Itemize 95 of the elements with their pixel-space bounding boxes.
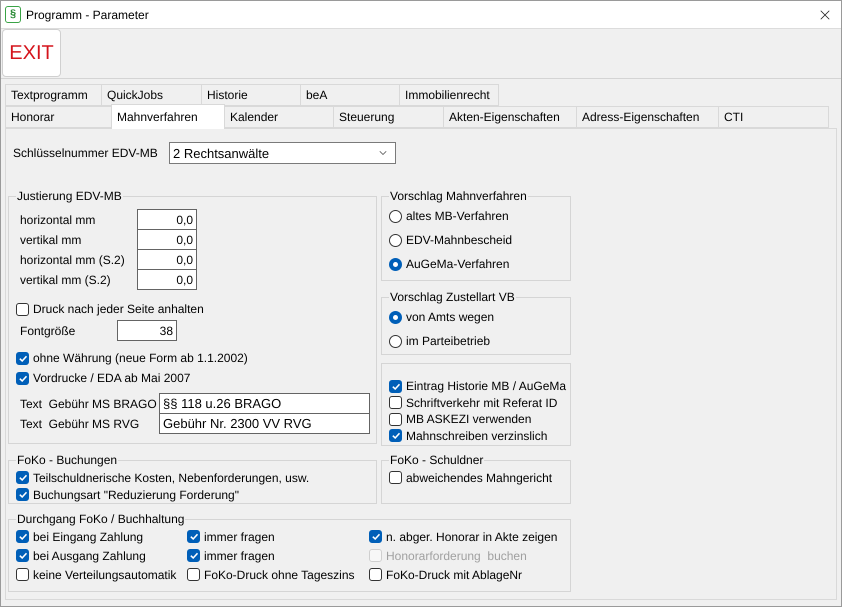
number-field[interactable]: 0,0 bbox=[137, 249, 197, 270]
field-label: Text Gebühr MS BRAGO bbox=[19, 396, 158, 410]
text-field[interactable]: Gebühr Nr. 2300 VV RVG bbox=[159, 413, 370, 434]
checkmark-icon bbox=[392, 382, 400, 390]
field-label: vertikal mm (S.2) bbox=[19, 272, 112, 286]
checkbox[interactable] bbox=[389, 380, 402, 393]
checkmark-icon bbox=[190, 533, 198, 540]
checkbox[interactable] bbox=[16, 549, 29, 562]
tab[interactable]: Textprogramm bbox=[5, 84, 102, 106]
number-field[interactable]: 0,0 bbox=[137, 209, 197, 230]
checkmark-icon bbox=[18, 354, 26, 362]
dropdown[interactable]: 2 Rechtsanwälte bbox=[169, 142, 396, 164]
checkbox-label: Schriftverkehr mit Referat ID bbox=[406, 396, 558, 410]
checkbox-label: keine Verteilungsautomatik bbox=[33, 568, 176, 582]
group-title: FoKo - Buchungen bbox=[16, 453, 118, 467]
checkmark-icon bbox=[18, 552, 26, 559]
radio-label: altes MB-Verfahren bbox=[406, 209, 509, 223]
checkbox-label: MB ASKEZI verwenden bbox=[406, 412, 532, 426]
text-field[interactable]: §§ 118 u.26 BRAGO bbox=[159, 393, 370, 414]
group-title: Vorschlag Mahnverfahren bbox=[389, 189, 528, 203]
checkbox-label: bei Eingang Zahlung bbox=[33, 530, 144, 544]
checkbox-label: Buchungsart "Reduzierung Forderung" bbox=[33, 488, 239, 502]
group-title: Durchgang FoKo / Buchhaltung bbox=[16, 512, 186, 526]
checkbox[interactable] bbox=[389, 412, 402, 426]
field-label: horizontal mm (S.2) bbox=[19, 252, 126, 266]
checkbox-label: n. abger. Honorar in Akte zeigen bbox=[386, 530, 558, 544]
checkbox[interactable] bbox=[389, 429, 402, 442]
checkbox[interactable] bbox=[16, 568, 29, 581]
checkbox[interactable] bbox=[16, 302, 29, 316]
checkbox-label: Teilschuldnerische Kosten, Nebenforderungen, usw. bbox=[33, 470, 310, 484]
tab[interactable]: Historie bbox=[201, 84, 301, 106]
checkbox[interactable] bbox=[369, 568, 382, 581]
tab[interactable]: Akten-Eigenschaften bbox=[443, 106, 577, 128]
checkbox-label: abweichendes Mahngericht bbox=[406, 470, 552, 484]
checkbox-label: Mahnschreiben verzinslich bbox=[406, 428, 548, 443]
group-title: Justierung EDV-MB bbox=[16, 189, 123, 203]
tab[interactable]: CTI bbox=[718, 106, 829, 128]
radio-button[interactable] bbox=[389, 334, 402, 348]
field-label: Schlüsselnummer EDV-MB bbox=[13, 146, 159, 160]
checkmark-icon bbox=[18, 374, 26, 382]
checkbox-label: Druck nach jeder Seite anhalten bbox=[33, 302, 204, 316]
checkbox[interactable] bbox=[389, 471, 402, 484]
checkbox-label: ohne Währung (neue Form ab 1.1.2002) bbox=[33, 351, 248, 365]
tab[interactable]: Honorar bbox=[5, 106, 112, 128]
window-title: Programm - Parameter bbox=[26, 8, 149, 22]
checkbox[interactable] bbox=[187, 568, 200, 581]
checkbox[interactable] bbox=[187, 549, 200, 562]
number-field[interactable]: 0,0 bbox=[137, 269, 197, 290]
tab[interactable]: Adress-Eigenschaften bbox=[576, 106, 719, 128]
checkbox[interactable] bbox=[16, 352, 29, 364]
group-title: Vorschlag Zustellart VB bbox=[389, 290, 516, 304]
checkbox[interactable] bbox=[16, 488, 29, 501]
field-label: horizontal mm bbox=[19, 212, 96, 226]
checkmark-icon bbox=[18, 491, 26, 498]
checkmark-icon bbox=[392, 432, 400, 440]
radio-button[interactable] bbox=[389, 310, 402, 324]
checkbox-label: Vordrucke / EDA ab Mai 2007 bbox=[33, 371, 190, 385]
app-logo: § bbox=[5, 6, 21, 23]
tab[interactable]: Immobilienrecht bbox=[399, 84, 499, 106]
checkbox[interactable] bbox=[369, 530, 382, 543]
radio-label: EDV-Mahnbescheid bbox=[406, 233, 512, 247]
checkmark-icon bbox=[190, 552, 198, 559]
checkbox-label: FoKo-Druck mit AblageNr bbox=[386, 568, 522, 582]
checkbox[interactable] bbox=[389, 396, 402, 410]
checkbox-label: immer fragen bbox=[204, 530, 275, 544]
checkbox[interactable] bbox=[16, 530, 29, 543]
checkbox[interactable] bbox=[187, 530, 200, 543]
number-field[interactable]: 38 bbox=[117, 320, 177, 341]
group-title: FoKo - Schuldner bbox=[389, 453, 484, 467]
checkbox-label: FoKo-Druck ohne Tageszins bbox=[204, 568, 355, 582]
checkbox-label: Honorarforderung buchen bbox=[386, 548, 527, 562]
checkbox[interactable] bbox=[16, 372, 29, 384]
tab[interactable]: Mahnverfahren bbox=[111, 104, 225, 129]
tab[interactable]: Kalender bbox=[224, 106, 334, 128]
checkbox-label: immer fragen bbox=[204, 548, 275, 562]
checkmark-icon bbox=[18, 474, 26, 481]
radio-label: von Amts wegen bbox=[406, 310, 494, 324]
radio-button[interactable] bbox=[389, 258, 402, 270]
field-label: Fontgröße bbox=[19, 324, 76, 338]
checkbox-label: Eintrag Historie MB / AuGeMa bbox=[406, 379, 566, 394]
tab[interactable]: Steuerung bbox=[333, 106, 444, 128]
radio-button[interactable] bbox=[389, 234, 402, 246]
checkbox-label: bei Ausgang Zahlung bbox=[33, 548, 146, 562]
tab[interactable]: QuickJobs bbox=[101, 84, 202, 106]
radio-button[interactable] bbox=[389, 210, 402, 222]
checkmark-icon bbox=[18, 533, 26, 540]
radio-label: AuGeMa-Verfahren bbox=[406, 257, 510, 271]
field-label: vertikal mm bbox=[19, 232, 82, 246]
checkbox[interactable] bbox=[16, 471, 29, 484]
checkmark-icon bbox=[372, 533, 380, 540]
exit-button[interactable]: EXIT bbox=[2, 29, 61, 77]
tab[interactable]: beA bbox=[300, 84, 400, 106]
field-label: Text Gebühr MS RVG bbox=[19, 416, 140, 430]
number-field[interactable]: 0,0 bbox=[137, 229, 197, 250]
radio-label: im Parteibetrieb bbox=[406, 334, 490, 348]
